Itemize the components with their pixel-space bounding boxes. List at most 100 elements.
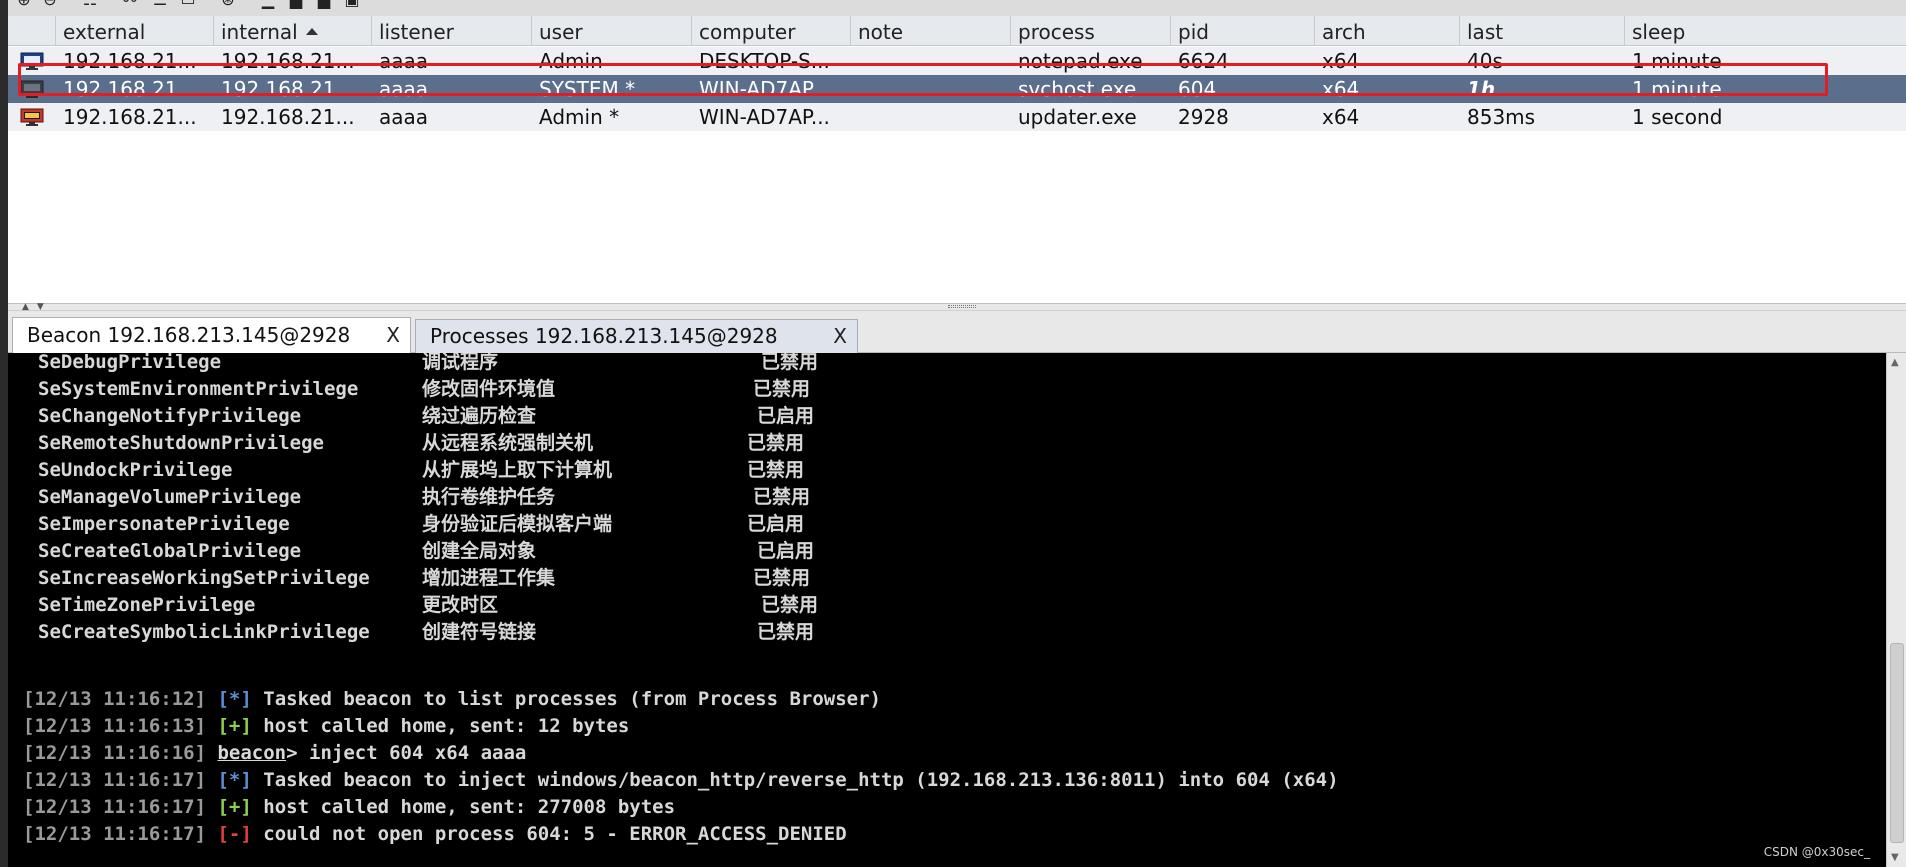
privilege-name: SeManageVolumePrivilege [38, 486, 302, 508]
privilege-state: 已禁用 [747, 432, 805, 454]
table-row-selected[interactable]: 192.168.21... 192.168.21... aaaa SYSTEM … [8, 75, 1906, 103]
screenshots-icon[interactable]: ▆ [314, 0, 334, 8]
column-header-external[interactable]: external [56, 16, 214, 46]
privilege-line: SeCreateGlobalPrivilege 创建全局对象 已启用 [23, 538, 923, 565]
privilege-line: SeSystemEnvironmentPrivilege 修改固件环境值 已禁用 [23, 376, 923, 403]
console-scrollbar[interactable]: ▲ ▼ [1886, 353, 1906, 867]
cell-user: Admin * [539, 105, 620, 129]
column-header-process[interactable]: process [1011, 16, 1171, 46]
watermark: CSDN @0x30sec_ [1763, 845, 1870, 859]
window-left-edge [0, 0, 8, 867]
privilege-line: SeChangeNotifyPrivilege 绕过遍历检查 已启用 [23, 403, 923, 430]
privilege-state: 已禁用 [753, 567, 811, 589]
privilege-description: 调试程序 [422, 353, 499, 373]
sort-ascending-icon [305, 28, 318, 35]
log-text: Tasked beacon to list processes (from Pr… [251, 688, 881, 710]
log-line: [12/13 11:16:17] [+] host called home, s… [23, 794, 675, 821]
log-timestamp: [12/13 11:16:12] [23, 688, 207, 710]
web-drive-by-icon[interactable]: ⊛ [218, 0, 238, 8]
tab-beacon[interactable]: Beacon 192.168.213.145@2928 X [12, 317, 411, 353]
cell-listener: aaaa [379, 105, 429, 129]
log-line: [12/13 11:16:17] [-] could not open proc… [23, 821, 847, 848]
beacon-session-icon [20, 80, 44, 98]
privilege-line: SeUndockPrivilege 从扩展坞上取下计算机 已禁用 [23, 457, 923, 484]
privilege-state: 已禁用 [757, 621, 815, 643]
log-text: > inject 604 x64 aaaa [286, 742, 527, 764]
privilege-state: 已禁用 [753, 486, 811, 508]
tab-processes[interactable]: Processes 192.168.213.145@2928 X [415, 319, 858, 353]
tab-bar: Beacon 192.168.213.145@2928 X Processes … [8, 311, 1906, 353]
downloads-icon[interactable]: ▁ [258, 0, 278, 8]
tab-label: Beacon 192.168.213.145@2928 [27, 323, 351, 347]
log-timestamp: [12/13 11:16:17] [23, 823, 207, 845]
log-tag: [*] [217, 688, 252, 710]
column-header-listener[interactable]: listener [372, 16, 532, 46]
log-line: [12/13 11:16:12] [*] Tasked beacon to li… [23, 686, 881, 713]
tab-close-button[interactable]: X [833, 320, 847, 352]
toolbar: ⊕ ⊖ ⚏ ⚯ ☰ ▭ ⊛ ▁ ▆ ▆ ▣ [8, 0, 1906, 16]
column-header-icon[interactable] [8, 16, 56, 46]
listeners-icon[interactable]: ⚏ [80, 0, 100, 8]
tab-label: Processes 192.168.213.145@2928 [430, 324, 778, 348]
privilege-name: SeDebugPrivilege [38, 353, 222, 373]
table-row[interactable]: 192.168.21... 192.168.21... aaaa Admin *… [8, 103, 1906, 131]
privilege-name: SeChangeNotifyPrivilege [38, 405, 302, 427]
privilege-name: SeSystemEnvironmentPrivilege [38, 378, 359, 400]
cell-process: notepad.exe [1018, 49, 1143, 73]
column-header-internal[interactable]: internal [214, 16, 372, 46]
cell-listener: aaaa [379, 77, 429, 101]
cell-pid: 2928 [1178, 105, 1229, 129]
privilege-state: 已禁用 [747, 459, 805, 481]
column-header-computer[interactable]: computer [692, 16, 851, 46]
privilege-name: SeUndockPrivilege [38, 459, 233, 481]
cell-process: updater.exe [1018, 105, 1137, 129]
session-table-icon[interactable]: ☰ [150, 0, 170, 8]
privilege-description: 执行卷维护任务 [422, 486, 556, 508]
log-prompt: beacon [217, 742, 287, 764]
column-header-arch[interactable]: arch [1315, 16, 1460, 46]
log-line: [12/13 11:16:13] [+] host called home, s… [23, 713, 629, 740]
scroll-up-icon[interactable]: ▲ [1891, 357, 1899, 368]
log-tag: [+] [217, 796, 252, 818]
cell-pid: 6624 [1178, 49, 1229, 73]
log-line: [12/13 11:16:17] [*] Tasked beacon to in… [23, 767, 1339, 794]
scroll-down-icon[interactable]: ▼ [1891, 852, 1899, 863]
privilege-description: 身份验证后模拟客户端 [422, 513, 613, 535]
log-tag: [-] [217, 823, 252, 845]
log-timestamp: [12/13 11:16:17] [23, 769, 207, 791]
target-table-icon[interactable]: ▭ [178, 0, 198, 8]
privilege-description: 修改固件环境值 [422, 378, 556, 400]
column-header-last[interactable]: last [1460, 16, 1625, 46]
cell-last: 1h [1467, 77, 1496, 101]
privilege-line: SeCreateSymbolicLinkPrivilege 创建符号链接 已禁用 [23, 619, 923, 646]
beacon-console[interactable]: CSDN @0x30sec_ SeDebugPrivilege 调试程序 已禁用 Se… [8, 353, 1886, 867]
log-text: host called home, sent: 277008 bytes [251, 796, 676, 818]
keystrokes-icon[interactable]: ▆ [286, 0, 306, 8]
cell-user: Admin [539, 49, 603, 73]
beacon-session-icon [20, 52, 44, 70]
column-header-sleep[interactable]: sleep [1625, 16, 1906, 46]
column-header-user[interactable]: user [532, 16, 692, 46]
disconnect-icon[interactable]: ⊖ [40, 0, 60, 8]
scroll-thumb[interactable] [1890, 643, 1904, 843]
log-tag: [+] [217, 715, 252, 737]
tab-close-button[interactable]: X [386, 318, 400, 352]
cell-pid: 604 [1178, 77, 1217, 101]
notes-icon[interactable]: ▣ [342, 0, 362, 8]
privilege-name: SeIncreaseWorkingSetPrivilege [38, 567, 370, 589]
table-row[interactable]: 192.168.21... 192.168.21... aaaa Admin D… [8, 47, 1906, 75]
splitter-grip-icon[interactable] [948, 305, 976, 308]
cell-arch: x64 [1322, 49, 1360, 73]
column-header-note[interactable]: note [851, 16, 1011, 46]
panel-splitter[interactable]: ▲▼ [8, 302, 1906, 312]
column-header-pid[interactable]: pid [1171, 16, 1315, 46]
connect-icon[interactable]: ⊕ [14, 0, 34, 8]
privilege-name: SeCreateGlobalPrivilege [38, 540, 302, 562]
pivot-graph-icon[interactable]: ⚯ [120, 0, 140, 8]
cell-arch: x64 [1322, 105, 1360, 129]
cell-external: 192.168.21... [63, 77, 197, 101]
privilege-state: 已禁用 [761, 353, 819, 373]
privilege-description: 更改时区 [422, 594, 499, 616]
cell-user: SYSTEM * [539, 77, 636, 101]
privilege-name: SeTimeZonePrivilege [38, 594, 256, 616]
